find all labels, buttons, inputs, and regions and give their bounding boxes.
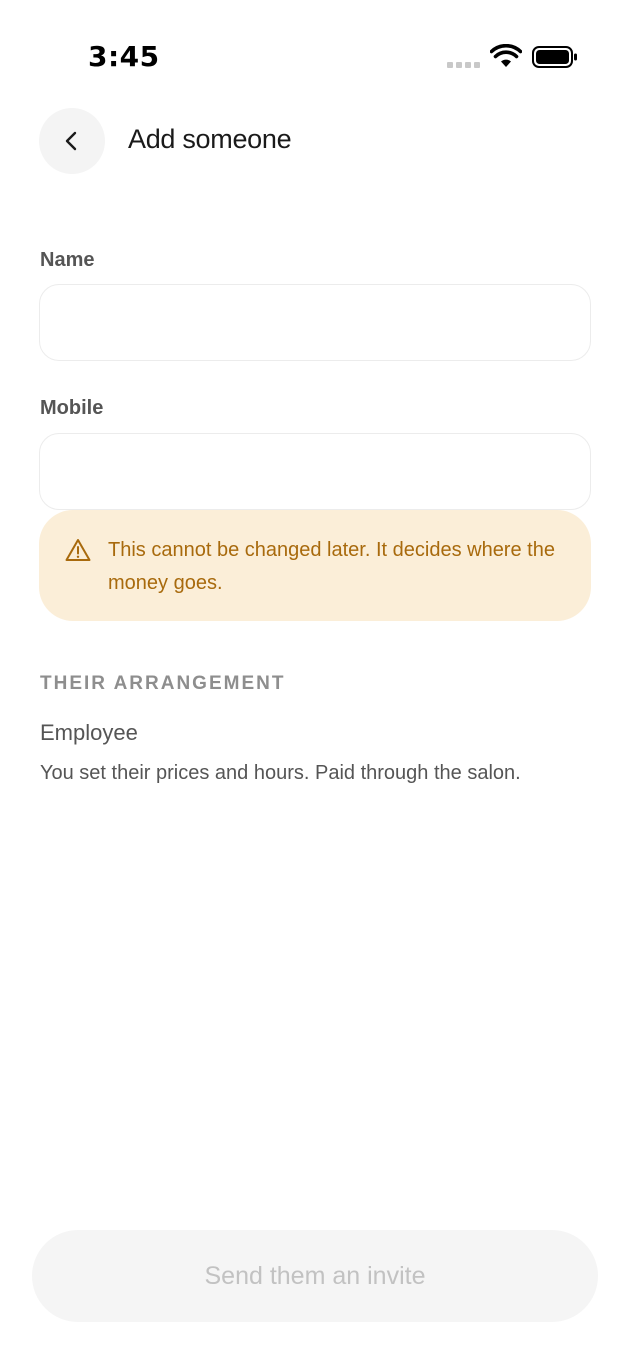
chevron-left-icon — [65, 131, 77, 151]
wifi-icon — [490, 44, 522, 67]
send-invite-button[interactable]: Send them an invite — [32, 1230, 598, 1322]
warning-text: This cannot be changed later. It decides… — [108, 539, 555, 594]
arrangement-description: You set their prices and hours. Paid thr… — [40, 762, 521, 784]
mobile-label: Mobile — [40, 397, 104, 419]
name-field[interactable] — [39, 284, 591, 361]
mobile-field[interactable] — [39, 433, 591, 510]
battery-icon — [532, 46, 577, 68]
cellular-signal-icon — [447, 62, 480, 68]
status-time: 3:45 — [88, 40, 160, 73]
back-button[interactable] — [39, 108, 105, 174]
page-title: Add someone — [128, 124, 292, 154]
add-someone-screen: 3:45 Add someone Name Mobile This cannot — [0, 0, 630, 1368]
arrangement-heading: THEIR ARRANGEMENT — [40, 673, 286, 694]
arrangement-title: Employee — [40, 720, 138, 745]
status-bar: 3:45 — [0, 0, 630, 110]
name-label: Name — [40, 249, 95, 271]
warning-triangle-icon — [65, 539, 91, 561]
warning-banner: This cannot be changed later. It decides… — [39, 510, 591, 621]
